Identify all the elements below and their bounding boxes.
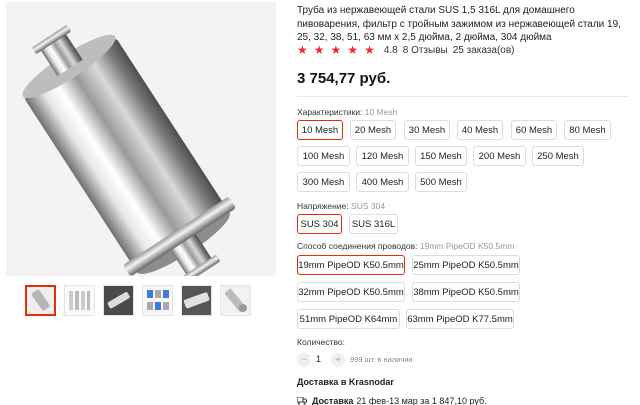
option-connection[interactable]: 19mm PipeOD K50.5mm	[297, 255, 405, 275]
characteristics-label: Характеристики: 10 Mesh	[297, 107, 397, 117]
pipe-thumb-icon	[27, 287, 54, 314]
pipe-closeup-thumb-icon	[182, 286, 211, 315]
option-mesh[interactable]: 500 Mesh	[415, 172, 467, 192]
thumbnail-3[interactable]	[103, 285, 134, 316]
delivery-label: Доставка	[312, 396, 354, 405]
divider	[297, 96, 629, 97]
option-mesh[interactable]: 300 Mesh	[297, 172, 350, 192]
star-icon: ★	[347, 43, 359, 57]
rating-stars: ★ ★ ★ ★ ★	[297, 44, 380, 56]
option-connection[interactable]: 63mm PipeOD K77.5mm	[406, 309, 514, 329]
rating-row: ★ ★ ★ ★ ★ 4.8 8 Отзывы 25 заказа(ов)	[297, 44, 520, 56]
voltage-selected: SUS 304	[351, 201, 386, 211]
option-mesh[interactable]: 40 Mesh	[457, 120, 503, 140]
reviews-link[interactable]: 8 Отзывы	[403, 45, 448, 56]
option-mesh[interactable]: 80 Mesh	[564, 120, 611, 140]
product-title: Труба из нержавеющей стали SUS 1,5 316L …	[297, 5, 621, 43]
pipe-dark-thumb-icon	[104, 286, 133, 315]
quantity-value[interactable]: 1	[316, 354, 321, 364]
delivery-text: 21 фев-13 мар за 1 847,10 руб.	[356, 396, 487, 405]
orders-count: 25 заказа(ов)	[452, 44, 515, 56]
option-mesh[interactable]: 100 Mesh	[297, 146, 350, 166]
option-mesh[interactable]: 120 Mesh	[356, 146, 409, 166]
voltage-label-text: Напряжение:	[297, 201, 349, 211]
thumbnail-2[interactable]	[64, 285, 95, 316]
connection-selected: 19mm PipeOD K50.5mm	[419, 241, 515, 251]
option-mesh[interactable]: 10 Mesh	[297, 120, 343, 140]
option-connection[interactable]: 32mm PipeOD K50.5mm	[297, 282, 405, 302]
option-connection[interactable]: 38mm PipeOD K50.5mm	[412, 282, 520, 302]
connection-label-text: Способ соединения проводов:	[297, 241, 418, 251]
thumbnail-5[interactable]	[181, 285, 212, 316]
option-mesh[interactable]: 400 Mesh	[356, 172, 409, 192]
option-mesh[interactable]: 150 Mesh	[415, 146, 467, 166]
option-mesh[interactable]: 60 Mesh	[511, 120, 557, 140]
stock-count: 999 шт. в наличии	[350, 355, 413, 364]
product-price: 3 754,77 руб.	[297, 70, 391, 87]
thumbnail-6[interactable]	[220, 285, 251, 316]
steel-filter-pipe-illustration	[6, 2, 276, 276]
option-material[interactable]: SUS 316L	[349, 214, 398, 234]
thumbnail-1[interactable]	[25, 285, 56, 316]
option-connection[interactable]: 25mm PipeOD K50.5mm	[412, 255, 520, 275]
quantity-label: Количество:	[297, 337, 346, 347]
quantity-increase-button[interactable]: +	[331, 353, 345, 367]
delivery-heading[interactable]: Доставка в Krasnodar	[297, 377, 394, 387]
characteristics-label-text: Характеристики:	[297, 107, 363, 117]
pipes-set-thumb-icon	[65, 286, 94, 315]
voltage-label: Напряжение: SUS 304	[297, 201, 385, 211]
option-mesh[interactable]: 20 Mesh	[350, 120, 396, 140]
rating-value: 4.8	[383, 44, 398, 56]
option-mesh[interactable]: 30 Mesh	[404, 120, 450, 140]
option-mesh[interactable]: 200 Mesh	[473, 146, 526, 166]
characteristics-selected: 10 Mesh	[364, 107, 398, 117]
option-connection[interactable]: 51mm PipeOD K64mm	[297, 309, 400, 329]
thumbnail-strip	[25, 285, 251, 316]
star-icon: ★	[313, 43, 325, 57]
pipe-parts-thumb-icon	[221, 286, 250, 315]
truck-icon	[297, 397, 307, 405]
star-icon: ★	[297, 43, 308, 57]
size-chart-thumb-icon	[143, 286, 172, 315]
star-icon: ★	[330, 43, 342, 57]
delivery-row: Доставка 21 фев-13 мар за 1 847,10 руб.	[297, 396, 487, 405]
quantity-decrease-button[interactable]: −	[297, 353, 311, 367]
connection-label: Способ соединения проводов: 19mm PipeOD …	[297, 241, 514, 251]
option-mesh[interactable]: 250 Mesh	[532, 146, 584, 166]
star-icon: ★	[364, 43, 375, 57]
option-material[interactable]: SUS 304	[297, 214, 342, 234]
thumbnail-4[interactable]	[142, 285, 173, 316]
main-product-image[interactable]	[6, 2, 276, 276]
